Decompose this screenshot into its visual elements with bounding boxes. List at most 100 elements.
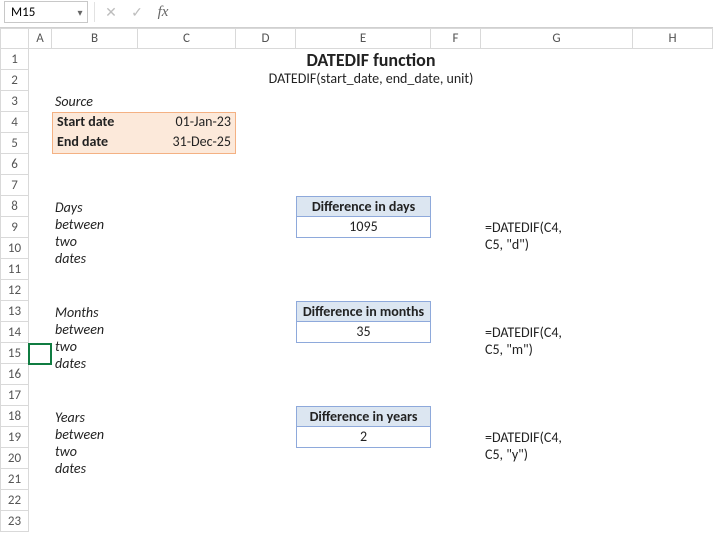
cell[interactable] — [29, 301, 52, 322]
cell[interactable] — [29, 343, 52, 364]
cell[interactable] — [52, 154, 138, 175]
cell[interactable] — [29, 406, 52, 427]
cell[interactable] — [29, 259, 52, 280]
cell[interactable] — [633, 280, 713, 301]
cell[interactable] — [431, 427, 481, 448]
cell[interactable] — [138, 490, 236, 511]
row-header[interactable]: 7 — [1, 175, 29, 196]
cell[interactable] — [296, 448, 431, 469]
row-header[interactable]: 15 — [1, 343, 29, 364]
cell[interactable] — [296, 511, 431, 532]
cell[interactable] — [236, 322, 296, 343]
cell[interactable] — [29, 427, 52, 448]
cell[interactable] — [431, 217, 481, 238]
row-header[interactable]: 6 — [1, 154, 29, 175]
cell[interactable] — [431, 91, 481, 112]
cell[interactable] — [296, 343, 431, 364]
cell[interactable] — [633, 448, 713, 469]
cell[interactable] — [431, 259, 481, 280]
cell[interactable] — [236, 259, 296, 280]
cell[interactable] — [633, 154, 713, 175]
cell[interactable] — [481, 154, 633, 175]
cell[interactable] — [29, 469, 52, 490]
row-header[interactable]: 23 — [1, 511, 29, 532]
column-header[interactable]: H — [633, 29, 713, 49]
cell[interactable] — [633, 175, 713, 196]
row-header[interactable]: 8 — [1, 196, 29, 217]
cell[interactable] — [29, 511, 52, 532]
column-header[interactable]: E — [296, 29, 431, 49]
cell[interactable] — [29, 385, 52, 406]
cell[interactable] — [29, 364, 52, 385]
cell[interactable] — [431, 511, 481, 532]
row-header[interactable]: 9 — [1, 217, 29, 238]
row-header[interactable]: 19 — [1, 427, 29, 448]
chevron-down-icon[interactable]: ▾ — [73, 6, 87, 19]
cell[interactable] — [236, 511, 296, 532]
cell[interactable] — [29, 448, 52, 469]
row-header[interactable]: 14 — [1, 322, 29, 343]
cell[interactable] — [633, 238, 713, 259]
cell[interactable] — [138, 469, 236, 490]
cell[interactable] — [236, 469, 296, 490]
enter-icon[interactable]: ✓ — [127, 1, 147, 23]
cell[interactable] — [138, 427, 236, 448]
cell[interactable] — [236, 133, 296, 154]
cell[interactable] — [236, 280, 296, 301]
cell[interactable] — [633, 217, 713, 238]
cell[interactable] — [633, 133, 713, 154]
cell[interactable] — [138, 154, 236, 175]
cell[interactable] — [296, 490, 431, 511]
cell[interactable] — [431, 154, 481, 175]
cell[interactable] — [633, 112, 713, 133]
cell[interactable] — [431, 301, 481, 322]
cell[interactable] — [431, 448, 481, 469]
cell[interactable] — [481, 469, 633, 490]
cell[interactable] — [29, 154, 52, 175]
cell[interactable] — [633, 427, 713, 448]
cell[interactable] — [52, 490, 138, 511]
cell[interactable] — [481, 511, 633, 532]
cell[interactable] — [29, 217, 52, 238]
cell[interactable] — [633, 469, 713, 490]
cell[interactable] — [29, 175, 52, 196]
cell[interactable] — [29, 280, 52, 301]
cell[interactable] — [236, 343, 296, 364]
select-all-corner[interactable] — [1, 29, 29, 49]
cell[interactable] — [481, 112, 633, 133]
cell[interactable] — [236, 238, 296, 259]
cell[interactable] — [431, 469, 481, 490]
cell[interactable] — [29, 70, 52, 91]
cell[interactable] — [138, 406, 236, 427]
row-header[interactable]: 1 — [1, 49, 29, 70]
row-header[interactable]: 10 — [1, 238, 29, 259]
cell[interactable] — [52, 280, 138, 301]
cell[interactable] — [296, 154, 431, 175]
cell[interactable] — [481, 385, 633, 406]
cell[interactable] — [633, 343, 713, 364]
cell[interactable] — [236, 301, 296, 322]
cell[interactable] — [296, 133, 431, 154]
cell[interactable] — [138, 280, 236, 301]
cell[interactable] — [236, 427, 296, 448]
cell[interactable] — [431, 343, 481, 364]
row-header[interactable]: 16 — [1, 364, 29, 385]
row-header[interactable]: 5 — [1, 133, 29, 154]
cell[interactable] — [138, 322, 236, 343]
cell[interactable] — [236, 154, 296, 175]
cell[interactable] — [633, 196, 713, 217]
cell[interactable] — [633, 322, 713, 343]
cell[interactable] — [633, 511, 713, 532]
cell[interactable] — [236, 490, 296, 511]
cell[interactable] — [296, 469, 431, 490]
cell[interactable] — [481, 91, 633, 112]
cell[interactable] — [633, 259, 713, 280]
cell[interactable] — [633, 490, 713, 511]
name-box[interactable]: ▾ — [4, 1, 88, 23]
row-header[interactable]: 21 — [1, 469, 29, 490]
cell[interactable] — [296, 259, 431, 280]
formula-input[interactable] — [179, 1, 709, 23]
cell[interactable] — [52, 511, 138, 532]
cell[interactable] — [431, 196, 481, 217]
cell[interactable] — [431, 280, 481, 301]
